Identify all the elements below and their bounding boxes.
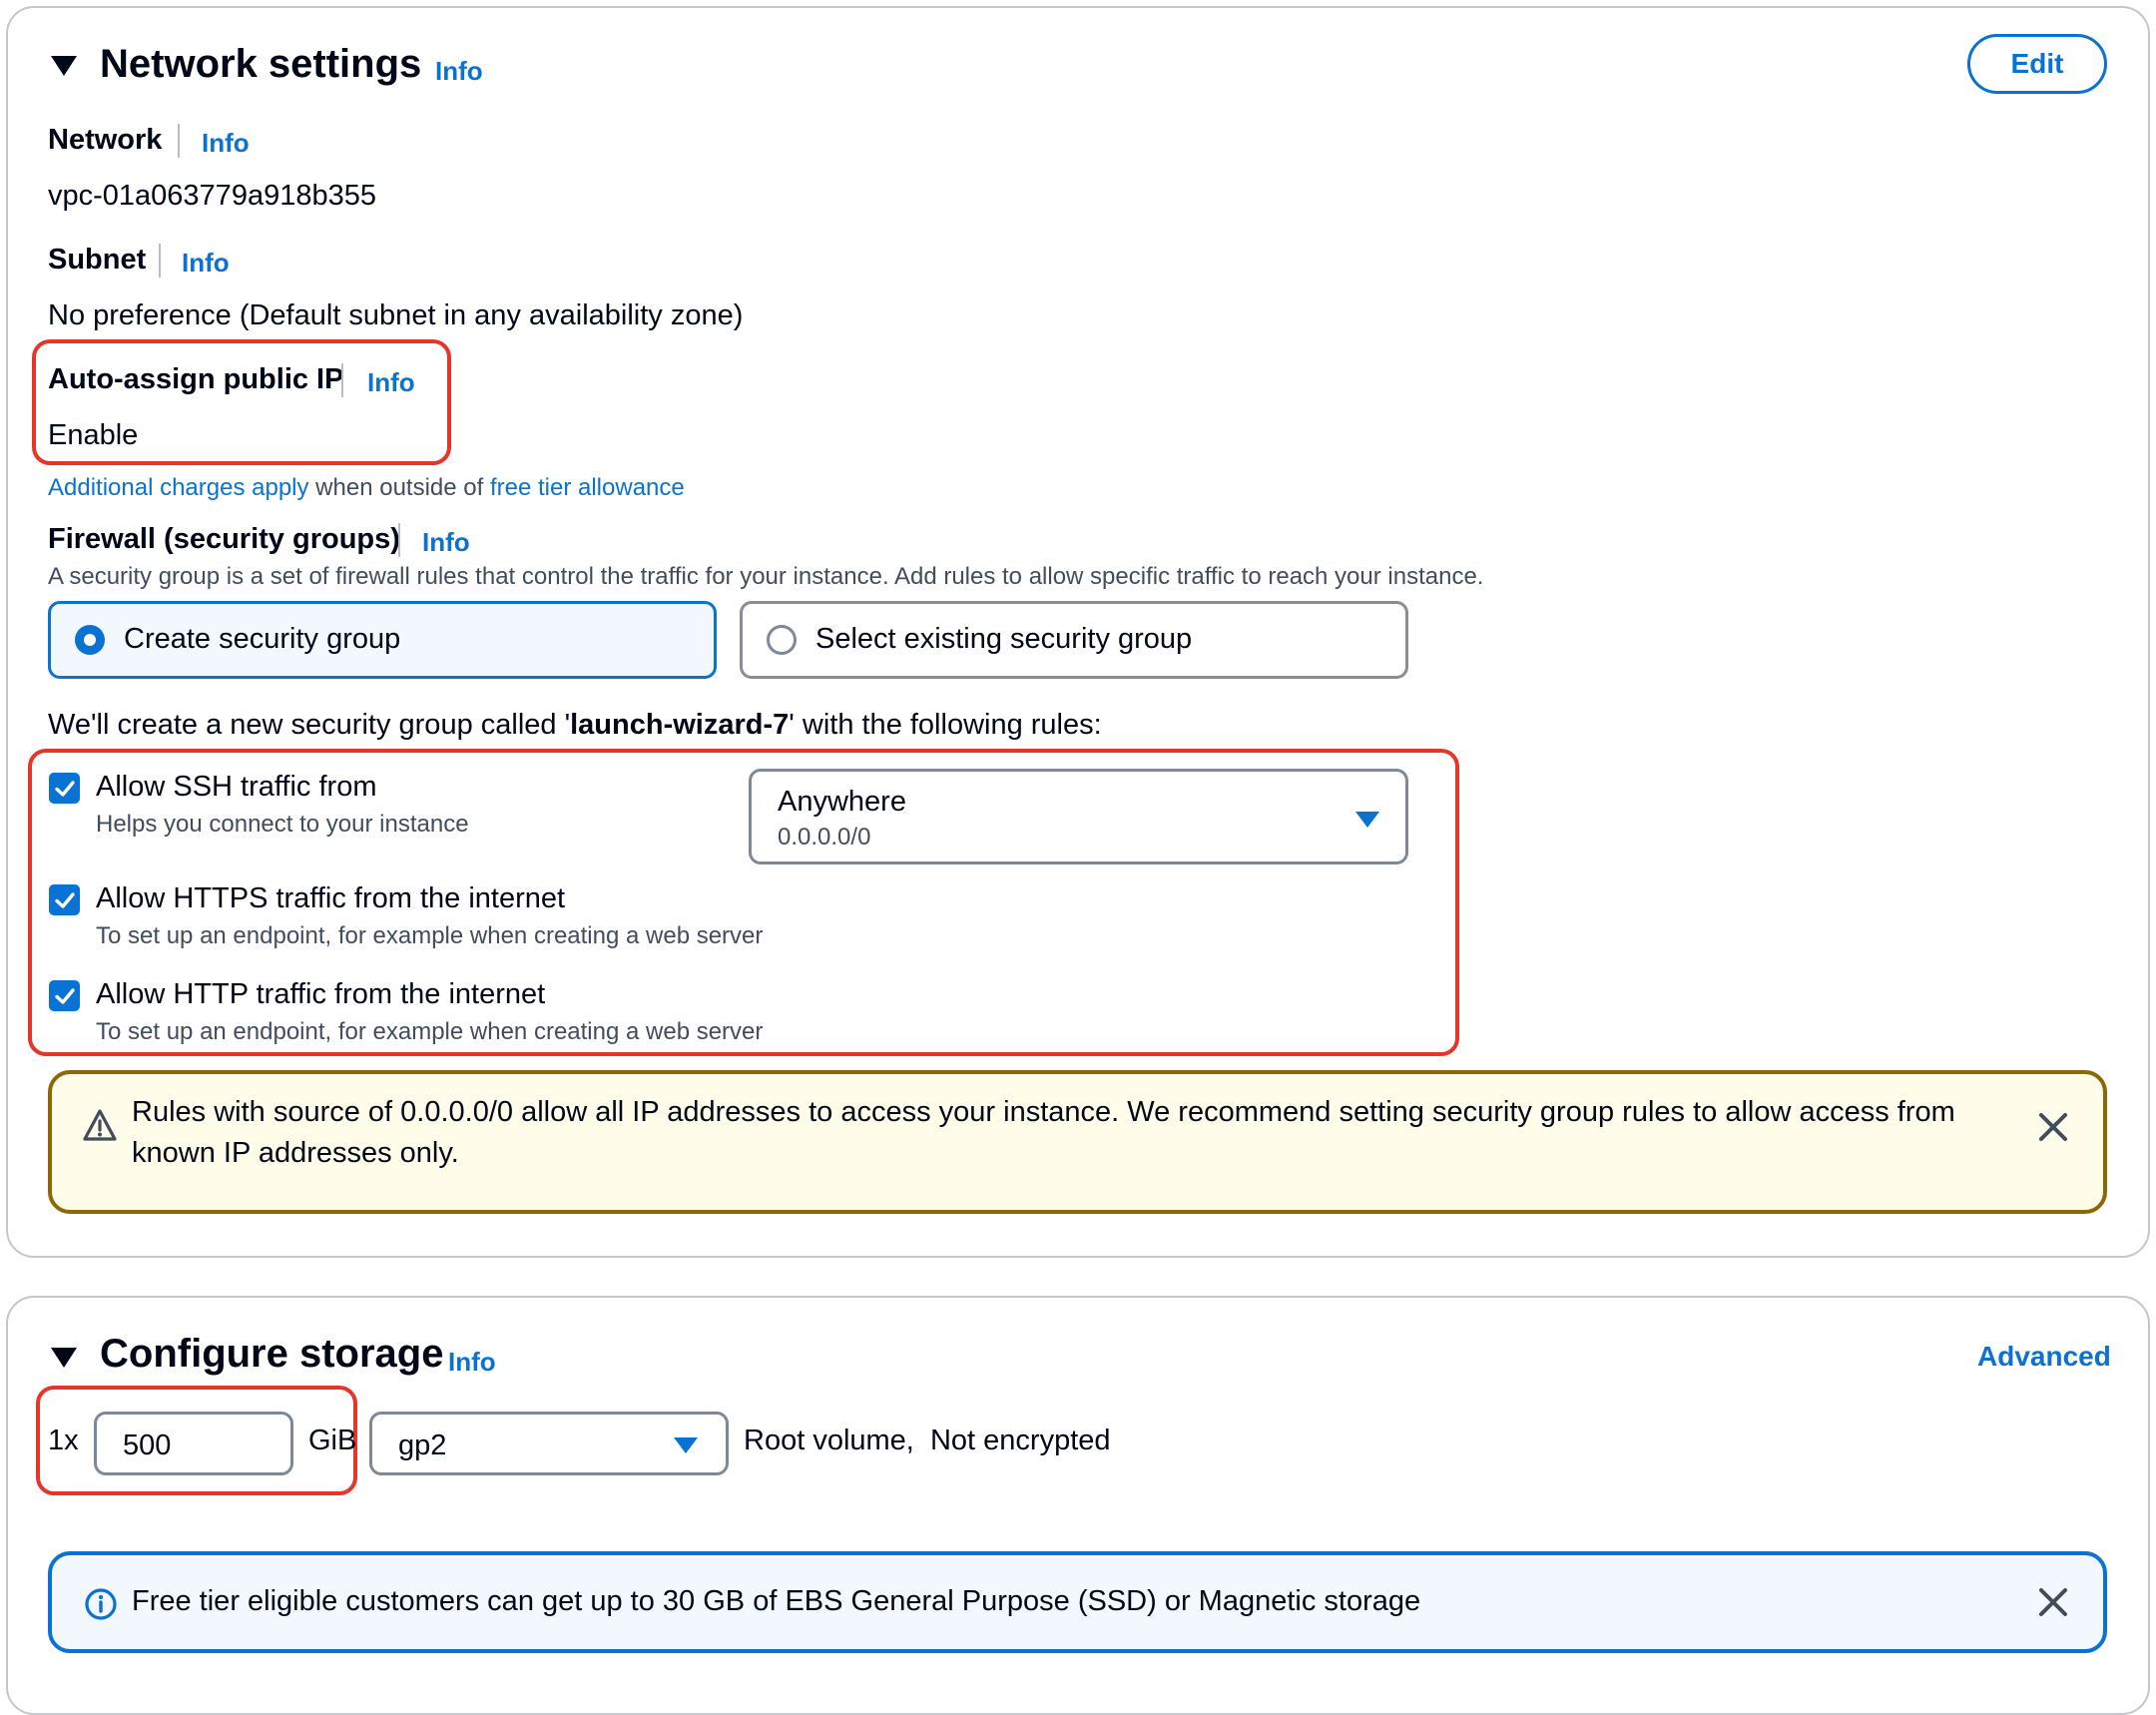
security-group-name: launch-wizard-7 (570, 709, 790, 741)
http-checkbox[interactable] (49, 980, 80, 1011)
volume-count-label: 1x (48, 1425, 79, 1456)
free-tier-link[interactable]: free tier allowance (490, 474, 685, 501)
root-volume-text: Root volume, Not encrypted (744, 1425, 1111, 1456)
ssh-checkbox[interactable] (49, 773, 80, 804)
network-label: Network (48, 124, 163, 156)
select-existing-security-group-tile[interactable]: Select existing security group (740, 601, 1408, 679)
network-value: vpc-01a063779a918b355 (48, 180, 376, 212)
close-icon[interactable] (2036, 1585, 2070, 1619)
warning-icon (83, 1109, 117, 1141)
additional-charges-link[interactable]: Additional charges apply (48, 474, 309, 501)
radio-selected-icon[interactable] (75, 625, 105, 655)
https-rule-title: Allow HTTPS traffic from the internet (96, 882, 566, 914)
radio-unselected-icon[interactable] (767, 625, 797, 655)
https-rule-desc: To set up an endpoint, for example when … (96, 922, 764, 949)
create-sg-prefix: We'll create a new security group called… (48, 709, 571, 741)
ssh-source-cidr: 0.0.0.0/0 (778, 824, 871, 851)
checkmark-icon (54, 780, 75, 797)
firewall-description: A security group is a set of firewall ru… (48, 563, 1484, 590)
ssh-source-select[interactable]: Anywhere 0.0.0.0/0 (749, 769, 1408, 864)
auto-assign-label: Auto-assign public IP (48, 363, 344, 395)
create-sg-sentence: We'll create a new security group called… (48, 709, 1102, 742)
firewall-label: Firewall (security groups) (48, 523, 400, 555)
close-icon[interactable] (2036, 1110, 2070, 1144)
ssh-rule-desc: Helps you connect to your instance (96, 811, 469, 838)
info-alert: Free tier eligible customers can get up … (48, 1551, 2107, 1653)
volume-unit-label: GiB (308, 1425, 357, 1456)
storage-info-link[interactable]: Info (448, 1347, 496, 1378)
http-rule-title: Allow HTTP traffic from the internet (96, 978, 546, 1010)
divider (398, 523, 400, 557)
section-title: Network settings (100, 42, 422, 86)
volume-type-select[interactable]: gp2 (369, 1412, 729, 1475)
divider (159, 244, 161, 278)
https-checkbox[interactable] (49, 884, 80, 915)
charges-text: when outside of (308, 474, 490, 501)
info-link[interactable]: Info (435, 56, 483, 87)
volume-size-value: 500 (123, 1429, 172, 1461)
ssh-rule-title: Allow SSH traffic from (96, 771, 377, 803)
subnet-info-link[interactable]: Info (182, 248, 230, 279)
create-security-group-label: Create security group (124, 623, 401, 655)
volume-size-input[interactable]: 500 (94, 1412, 293, 1475)
info-icon (85, 1588, 117, 1620)
info-alert-text: Free tier eligible customers can get up … (132, 1585, 1421, 1617)
edit-button-label: Edit (2010, 48, 2064, 79)
subnet-value: No preference (Default subnet in any ava… (48, 299, 744, 331)
select-existing-security-group-label: Select existing security group (815, 623, 1193, 655)
divider (341, 363, 343, 397)
ssh-source-value: Anywhere (778, 786, 906, 818)
create-sg-suffix: ' with the following rules: (789, 709, 1102, 741)
network-info-link[interactable]: Info (202, 128, 250, 159)
checkmark-icon (54, 891, 75, 908)
collapse-caret-icon[interactable] (51, 1348, 77, 1368)
auto-assign-info-link[interactable]: Info (367, 367, 415, 398)
charges-note: Additional charges apply when outside of… (48, 474, 685, 502)
subnet-label: Subnet (48, 244, 147, 276)
divider (178, 124, 180, 158)
firewall-info-link[interactable]: Info (422, 527, 470, 558)
advanced-link[interactable]: Advanced (1977, 1341, 2111, 1373)
create-security-group-tile[interactable]: Create security group (48, 601, 717, 679)
dropdown-caret-icon (674, 1437, 698, 1453)
checkmark-icon (54, 987, 75, 1004)
warning-alert: Rules with source of 0.0.0.0/0 allow all… (48, 1070, 2107, 1214)
volume-type-value: gp2 (398, 1429, 447, 1461)
collapse-caret-icon[interactable] (51, 56, 77, 76)
section-title: Configure storage (100, 1332, 444, 1376)
http-rule-desc: To set up an endpoint, for example when … (96, 1018, 764, 1045)
warning-text: Rules with source of 0.0.0.0/0 allow all… (132, 1096, 1955, 1169)
dropdown-caret-icon (1355, 812, 1379, 828)
edit-button[interactable]: Edit (1967, 34, 2107, 94)
auto-assign-value: Enable (48, 419, 139, 451)
